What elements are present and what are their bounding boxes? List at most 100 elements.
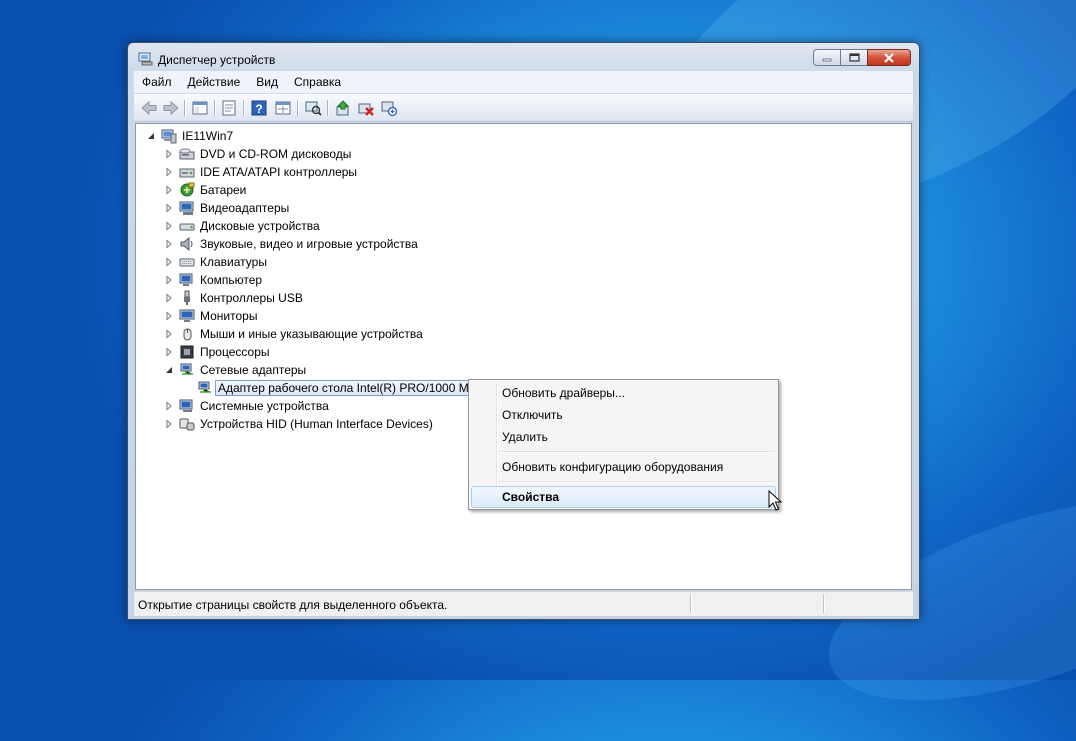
back-icon[interactable] bbox=[140, 99, 158, 117]
tree-item-label: IDE ATA/ATAPI контроллеры bbox=[200, 165, 358, 179]
tree-item-hid[interactable]: Устройства HID (Human Interface Devices) bbox=[164, 415, 433, 433]
tree-item-label: Батареи bbox=[200, 183, 247, 197]
mouse-cursor-icon bbox=[768, 490, 782, 511]
expand-arrow-icon[interactable] bbox=[164, 239, 174, 249]
tree-item-network-adapters[interactable]: Сетевые адаптеры bbox=[164, 361, 306, 379]
expand-arrow-icon[interactable] bbox=[164, 275, 174, 285]
tree-item-computer[interactable]: Компьютер bbox=[164, 271, 262, 289]
tree-item-label: Компьютер bbox=[200, 273, 263, 287]
device-manager-icon bbox=[138, 52, 153, 66]
minimize-button[interactable] bbox=[813, 49, 840, 66]
collapse-arrow-icon[interactable] bbox=[146, 131, 156, 141]
selected-device-label: Адаптер рабочего стола Intel(R) PRO/1000… bbox=[215, 380, 480, 396]
tree-item-battery[interactable]: Батареи bbox=[164, 181, 246, 199]
tree-item-display-adapters[interactable]: Видеоадаптеры bbox=[164, 199, 289, 217]
display-adapter-icon bbox=[179, 201, 194, 215]
menu-scan-hardware[interactable]: Обновить конфигурацию оборудования bbox=[471, 456, 776, 478]
menu-bar: Файл Действие Вид Справка bbox=[134, 71, 913, 93]
status-text: Открытие страницы свойств для выделенног… bbox=[138, 598, 448, 612]
tree-item-label: Звуковые, видео и игровые устройства bbox=[200, 237, 418, 251]
expand-arrow-icon[interactable] bbox=[164, 419, 174, 429]
keyboard-icon bbox=[179, 258, 195, 267]
tree-root-label: IE11Win7 bbox=[182, 129, 234, 143]
close-icon bbox=[884, 52, 894, 63]
tree-item-usb[interactable]: Контроллеры USB bbox=[164, 289, 303, 307]
monitor-icon bbox=[179, 309, 195, 322]
tree-item-mice[interactable]: Мыши и иные указывающие устройства bbox=[164, 325, 423, 343]
tree-item-label: Системные устройства bbox=[200, 399, 329, 413]
tree-item-dvd[interactable]: DVD и CD-ROM дисководы bbox=[164, 145, 351, 163]
menu-help[interactable]: Справка bbox=[286, 75, 349, 89]
device-tree[interactable]: IE11Win7 DVD и CD-ROM дисководы IDE ATA/… bbox=[135, 123, 912, 590]
close-button[interactable] bbox=[867, 49, 911, 66]
expand-arrow-icon[interactable] bbox=[164, 149, 174, 159]
tree-item-label: Устройства HID (Human Interface Devices) bbox=[200, 417, 433, 431]
expand-arrow-icon[interactable] bbox=[164, 293, 174, 303]
tree-root[interactable]: IE11Win7 bbox=[146, 127, 233, 145]
expand-arrow-icon[interactable] bbox=[164, 401, 174, 411]
expand-arrow-icon[interactable] bbox=[164, 167, 174, 177]
speaker-icon bbox=[180, 236, 193, 252]
system-icon bbox=[179, 399, 193, 412]
scan-hardware-icon[interactable] bbox=[304, 99, 322, 117]
forward-icon[interactable] bbox=[162, 99, 180, 117]
expand-arrow-icon[interactable] bbox=[164, 311, 174, 321]
expand-arrow-icon[interactable] bbox=[164, 203, 174, 213]
battery-icon bbox=[180, 182, 195, 197]
tree-item-processors[interactable]: Процессоры bbox=[164, 343, 270, 361]
expand-arrow-icon[interactable] bbox=[164, 221, 174, 231]
window-title: Диспетчер устройств bbox=[158, 53, 276, 67]
svg-text:?: ? bbox=[255, 102, 262, 116]
menu-update-drivers[interactable]: Обновить драйверы... bbox=[471, 382, 776, 404]
network-adapter-icon bbox=[198, 381, 211, 393]
tree-item-label: Мыши и иные указывающие устройства bbox=[200, 327, 423, 341]
title-bar[interactable]: Диспетчер устройств bbox=[128, 43, 919, 71]
tree-item-label: Дисковые устройства bbox=[200, 219, 320, 233]
collapse-arrow-icon[interactable] bbox=[164, 365, 174, 375]
menu-disable[interactable]: Отключить bbox=[471, 404, 776, 426]
mouse-icon bbox=[183, 328, 192, 341]
tree-item-label: DVD и CD-ROM дисководы bbox=[200, 147, 352, 161]
menu-uninstall[interactable]: Удалить bbox=[471, 426, 776, 448]
maximize-button[interactable] bbox=[840, 49, 867, 66]
tree-item-label: Процессоры bbox=[200, 345, 270, 359]
menu-separator bbox=[499, 451, 774, 453]
tree-item-label: Сетевые адаптеры bbox=[200, 363, 307, 377]
menu-properties[interactable]: Свойства bbox=[471, 486, 776, 508]
tree-item-ide[interactable]: IDE ATA/ATAPI контроллеры bbox=[164, 163, 357, 181]
expand-arrow-icon[interactable] bbox=[164, 185, 174, 195]
properties-icon[interactable] bbox=[220, 99, 238, 117]
maximize-icon bbox=[848, 53, 860, 62]
ide-icon bbox=[179, 168, 195, 178]
tree-item-sound[interactable]: Звуковые, видео и игровые устройства bbox=[164, 235, 418, 253]
expand-arrow-icon[interactable] bbox=[164, 329, 174, 339]
menu-file[interactable]: Файл bbox=[134, 75, 180, 89]
tree-item-intel-adapter[interactable]: Адаптер рабочего стола Intel(R) PRO/1000… bbox=[197, 379, 480, 397]
action-icon[interactable] bbox=[274, 99, 292, 117]
tree-item-label: Контроллеры USB bbox=[200, 291, 303, 305]
tree-item-keyboards[interactable]: Клавиатуры bbox=[164, 253, 267, 271]
tree-item-disk-drives[interactable]: Дисковые устройства bbox=[164, 217, 320, 235]
tree-item-label: Клавиатуры bbox=[200, 255, 267, 269]
status-bar: Открытие страницы свойств для выделенног… bbox=[134, 591, 913, 616]
expand-arrow-icon[interactable] bbox=[164, 347, 174, 357]
toolbar: ? bbox=[134, 94, 913, 122]
device-manager-window: Диспетчер устройств Файл Действие Вид Сп… bbox=[127, 42, 920, 620]
disk-icon bbox=[179, 223, 195, 231]
expand-arrow-icon[interactable] bbox=[164, 257, 174, 267]
tree-item-label: Видеоадаптеры bbox=[200, 201, 290, 215]
tree-item-system-devices[interactable]: Системные устройства bbox=[164, 397, 329, 415]
menu-view[interactable]: Вид bbox=[248, 75, 286, 89]
minimize-icon bbox=[822, 58, 832, 61]
computer-icon bbox=[161, 129, 177, 144]
cpu-icon bbox=[180, 345, 194, 359]
menu-action[interactable]: Действие bbox=[180, 75, 249, 89]
tree-item-monitors[interactable]: Мониторы bbox=[164, 307, 257, 325]
computer-icon bbox=[179, 273, 193, 286]
uninstall-icon[interactable] bbox=[357, 99, 375, 117]
help-icon[interactable]: ? bbox=[250, 99, 268, 117]
disable-icon[interactable] bbox=[380, 99, 398, 117]
show-hide-tree-icon[interactable] bbox=[191, 99, 209, 117]
context-menu: Обновить драйверы... Отключить Удалить О… bbox=[468, 379, 779, 510]
update-driver-icon[interactable] bbox=[334, 99, 352, 117]
